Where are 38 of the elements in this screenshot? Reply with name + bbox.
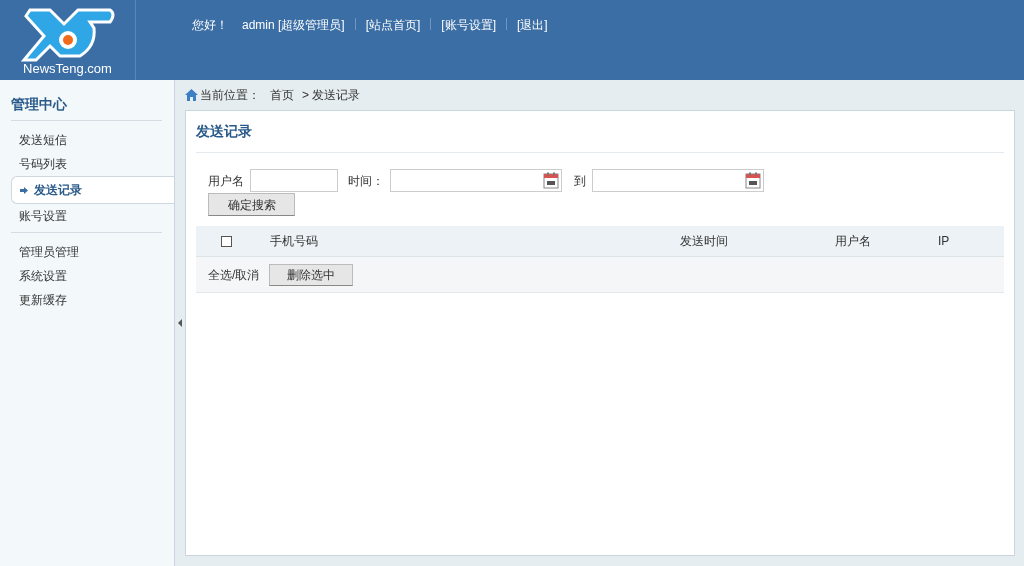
header-link[interactable]: [账号设置] xyxy=(441,16,497,34)
breadcrumb-link[interactable]: > 发送记录 xyxy=(302,86,361,104)
calendar-icon[interactable] xyxy=(745,172,761,189)
breadcrumb-link[interactable]: 首页 xyxy=(270,86,294,104)
home-icon xyxy=(185,89,198,101)
arrow-icon xyxy=(20,186,28,194)
sidebar-item[interactable]: 发送记录 xyxy=(11,176,174,204)
select-all-checkbox[interactable] xyxy=(220,235,232,247)
time-label: 时间： xyxy=(348,172,384,190)
column-header: 发送时间 xyxy=(680,234,728,248)
search-button[interactable]: 确定搜索 xyxy=(208,193,295,216)
sidebar-item[interactable]: 号码列表 xyxy=(11,152,174,176)
column-header: 手机号码 xyxy=(270,234,318,248)
delete-button[interactable]: 删除选中 xyxy=(269,263,354,286)
username-label: 用户名 xyxy=(208,172,244,190)
header-link[interactable]: [站点首页] xyxy=(365,16,421,34)
sidebar-item[interactable]: 账号设置 xyxy=(11,204,174,228)
start-date-field[interactable] xyxy=(390,169,562,192)
logo-text: NewsTeng.com xyxy=(23,62,112,75)
sidebar-item[interactable]: 更新缓存 xyxy=(11,288,162,312)
sidebar-title: 管理中心 xyxy=(11,94,162,121)
column-header: IP xyxy=(938,234,950,248)
greeting-text: 您好！ xyxy=(192,17,228,34)
collapse-arrow-icon[interactable] xyxy=(178,319,182,327)
username-field[interactable] xyxy=(250,169,338,192)
select-all-label: 全选/取消 xyxy=(208,266,260,284)
panel-title: 发送记录 xyxy=(196,111,1004,153)
sidebar-item[interactable]: 发送短信 xyxy=(11,128,174,152)
end-date-field[interactable] xyxy=(592,169,764,192)
user-text: admin [超级管理员] xyxy=(242,17,345,34)
to-label: 到 xyxy=(574,172,586,190)
logo-icon xyxy=(19,6,116,62)
column-header: 用户名 xyxy=(835,234,871,248)
breadcrumb-label: 当前位置： xyxy=(200,87,260,104)
calendar-icon[interactable] xyxy=(543,172,559,189)
sidebar-item[interactable]: 管理员管理 xyxy=(11,240,162,264)
header-link[interactable]: [退出] xyxy=(517,16,548,34)
sidebar-item[interactable]: 系统设置 xyxy=(11,264,162,288)
